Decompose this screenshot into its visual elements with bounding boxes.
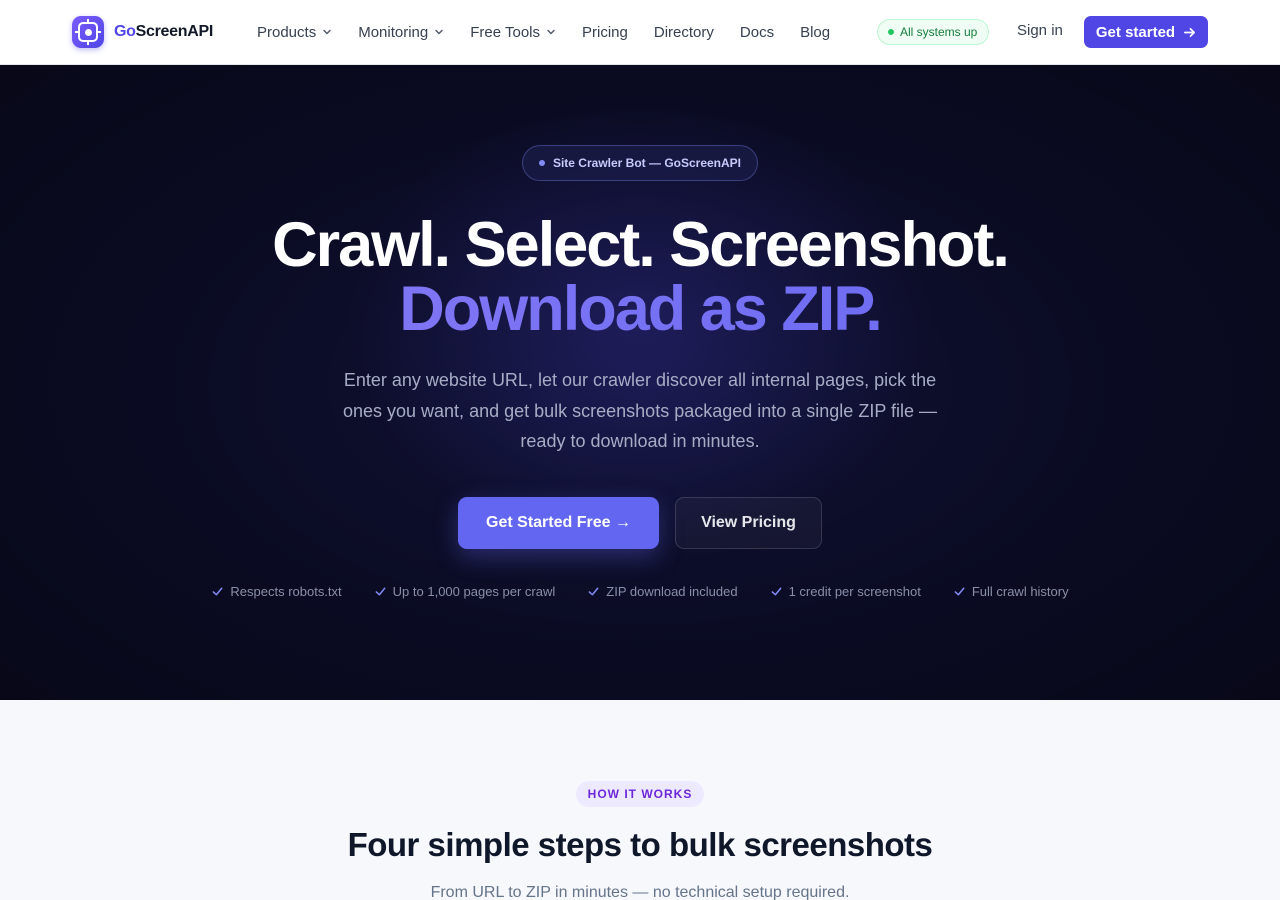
check-icon	[588, 587, 599, 595]
status-dot-icon	[888, 29, 894, 35]
section-title: Four simple steps to bulk screenshots	[347, 826, 933, 863]
system-status-label: All systems up	[900, 25, 978, 39]
chevron-down-icon	[323, 29, 331, 35]
view-pricing-button[interactable]: View Pricing	[675, 497, 822, 549]
hero-title-line-2: Download as ZIP.	[0, 276, 1280, 342]
nav-pricing[interactable]: Pricing	[582, 24, 628, 41]
nav-monitoring-label: Monitoring	[358, 23, 429, 41]
hero-section: Site Crawler Bot — GoScreenAPI Crawl. Se…	[0, 65, 1280, 700]
arrow-right-icon	[1184, 27, 1196, 37]
logo-text: GoScreenAPI	[114, 23, 213, 40]
feature-label: 1 credit per screenshot	[788, 583, 921, 599]
nav-blog[interactable]: Blog	[800, 24, 830, 41]
top-navbar: GoScreenAPI Products Monitoring Free Too…	[0, 0, 1280, 65]
feature-label: Up to 1,000 pages per crawl	[392, 583, 556, 599]
feature-label: Respects robots.txt	[230, 583, 342, 599]
sign-in-link[interactable]: Sign in	[1017, 22, 1063, 39]
primary-nav: Products Monitoring Free Tools Pricing D…	[257, 0, 830, 64]
check-icon	[212, 587, 223, 595]
feature-label: ZIP download included	[606, 583, 738, 599]
system-status-badge[interactable]: All systems up	[877, 19, 990, 45]
hero-title-line-1: Crawl. Select. Screenshot.	[272, 210, 1010, 280]
nav-products[interactable]: Products	[257, 24, 332, 41]
nav-free-tools-label: Free Tools	[470, 23, 541, 41]
feature-item: Full crawl history	[953, 581, 1069, 601]
nav-monitoring[interactable]: Monitoring	[358, 24, 444, 41]
get-started-label: Get started	[1095, 23, 1176, 41]
logo-link[interactable]: GoScreenAPI	[72, 16, 213, 48]
hero-badge: Site Crawler Bot — GoScreenAPI	[522, 145, 758, 181]
section-subtitle: From URL to ZIP in minutes — no technica…	[430, 884, 850, 900]
badge-dot-icon	[538, 160, 545, 166]
chevron-down-icon	[435, 29, 443, 35]
nav-products-label: Products	[257, 23, 317, 41]
check-icon	[771, 587, 781, 595]
check-icon	[954, 587, 965, 595]
nav-directory[interactable]: Directory	[654, 24, 714, 41]
nav-free-tools[interactable]: Free Tools	[470, 24, 556, 41]
hero-feature-list: Respects robots.txt Up to 1,000 pages pe…	[0, 581, 1280, 601]
feature-item: Respects robots.txt	[211, 581, 342, 601]
nav-docs[interactable]: Docs	[740, 24, 774, 41]
get-started-button[interactable]: Get started	[1084, 16, 1208, 48]
check-icon	[375, 587, 386, 595]
feature-label: Full crawl history	[971, 583, 1069, 599]
get-started-free-button[interactable]: Get Started Free →	[458, 497, 659, 549]
feature-item: 1 credit per screenshot	[770, 581, 921, 601]
hero-subtitle: Enter any website URL, let our crawler d…	[342, 370, 938, 451]
section-eyebrow-pill: HOW IT WORKS	[576, 781, 704, 807]
logo-icon	[72, 16, 104, 48]
feature-item: Up to 1,000 pages per crawl	[374, 581, 556, 601]
chevron-down-icon	[547, 29, 555, 35]
feature-item: ZIP download included	[587, 581, 738, 601]
hero-badge-label: Site Crawler Bot — GoScreenAPI	[552, 156, 742, 170]
